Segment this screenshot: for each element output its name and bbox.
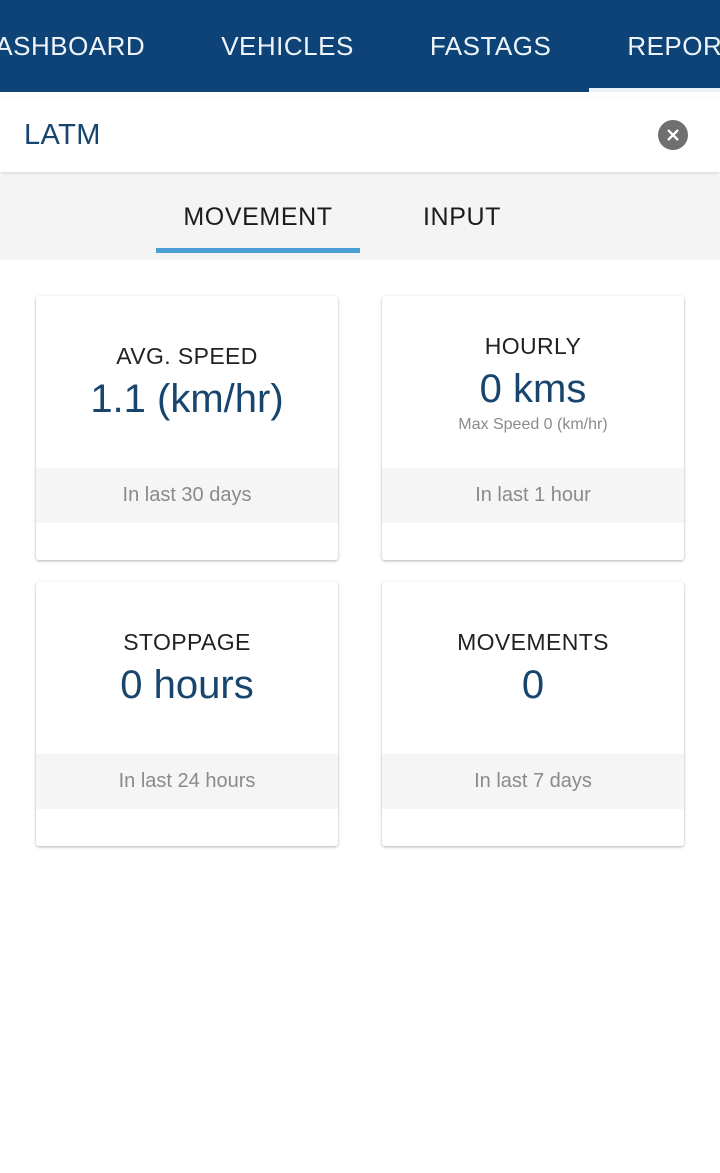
tab-movement[interactable]: MOVEMENT — [156, 175, 360, 260]
stat-card-body: STOPPAGE 0 hours — [36, 582, 338, 754]
stat-card-value: 1.1 (km/hr) — [90, 376, 284, 421]
stat-card-subtitle: Max Speed 0 (km/hr) — [458, 415, 608, 433]
stat-card-tail — [382, 809, 684, 846]
stat-card-avg-speed[interactable]: AVG. SPEED 1.1 (km/hr) In last 30 days — [36, 296, 338, 560]
stat-card-hourly[interactable]: HOURLY 0 kms Max Speed 0 (km/hr) In last… — [382, 296, 684, 560]
stat-card-footer: In last 24 hours — [36, 754, 338, 809]
nav-tab-vehicles-label: VEHICLES — [221, 30, 354, 61]
stat-card-tail — [382, 523, 684, 560]
tab-input-label: INPUT — [423, 203, 501, 231]
stat-card-tail — [36, 523, 338, 560]
stat-card-title: AVG. SPEED — [116, 343, 258, 370]
stat-card-title: HOURLY — [484, 333, 582, 360]
top-navigation-tabs: DASHBOARD VEHICLES FASTAGS REPORTS — [0, 0, 720, 92]
tab-input[interactable]: INPUT — [360, 175, 564, 260]
stat-card-value: 0 hours — [120, 662, 254, 707]
tab-movement-label: MOVEMENT — [183, 203, 333, 231]
app-root: DASHBOARD VEHICLES FASTAGS REPORTS LATM … — [0, 0, 720, 1173]
nav-tab-fastags[interactable]: FASTAGS — [392, 0, 590, 92]
close-button[interactable] — [658, 120, 688, 150]
stat-card-body: HOURLY 0 kms Max Speed 0 (km/hr) — [382, 296, 684, 468]
top-navigation-bar: DASHBOARD VEHICLES FASTAGS REPORTS — [0, 0, 720, 92]
stat-card-stoppage[interactable]: STOPPAGE 0 hours In last 24 hours — [36, 582, 338, 846]
nav-tab-dashboard-label: DASHBOARD — [0, 30, 146, 61]
stat-card-value: 0 kms — [479, 366, 587, 411]
stat-card-footer: In last 30 days — [36, 468, 338, 523]
page-title: LATM — [24, 118, 101, 151]
stat-card-footer: In last 1 hour — [382, 468, 684, 523]
sub-tab-bar: MOVEMENT INPUT — [0, 175, 720, 260]
stat-card-title: MOVEMENTS — [457, 629, 609, 656]
stat-card-footer: In last 7 days — [382, 754, 684, 809]
stats-card-grid: AVG. SPEED 1.1 (km/hr) In last 30 days H… — [0, 296, 720, 846]
stat-card-body: AVG. SPEED 1.1 (km/hr) — [36, 296, 338, 468]
nav-tab-dashboard[interactable]: DASHBOARD — [0, 0, 183, 92]
nav-tab-reports-label: REPORTS — [627, 30, 720, 61]
nav-tab-reports[interactable]: REPORTS — [589, 0, 720, 92]
title-bar: LATM — [0, 98, 720, 172]
close-icon — [667, 129, 679, 141]
stat-card-tail — [36, 809, 338, 846]
nav-tab-vehicles[interactable]: VEHICLES — [183, 0, 392, 92]
stat-card-title: STOPPAGE — [123, 629, 251, 656]
stat-card-value: 0 — [521, 662, 545, 707]
stat-card-movements[interactable]: MOVEMENTS 0 In last 7 days — [382, 582, 684, 846]
nav-tab-fastags-label: FASTAGS — [429, 30, 552, 61]
stat-card-body: MOVEMENTS 0 — [382, 582, 684, 754]
